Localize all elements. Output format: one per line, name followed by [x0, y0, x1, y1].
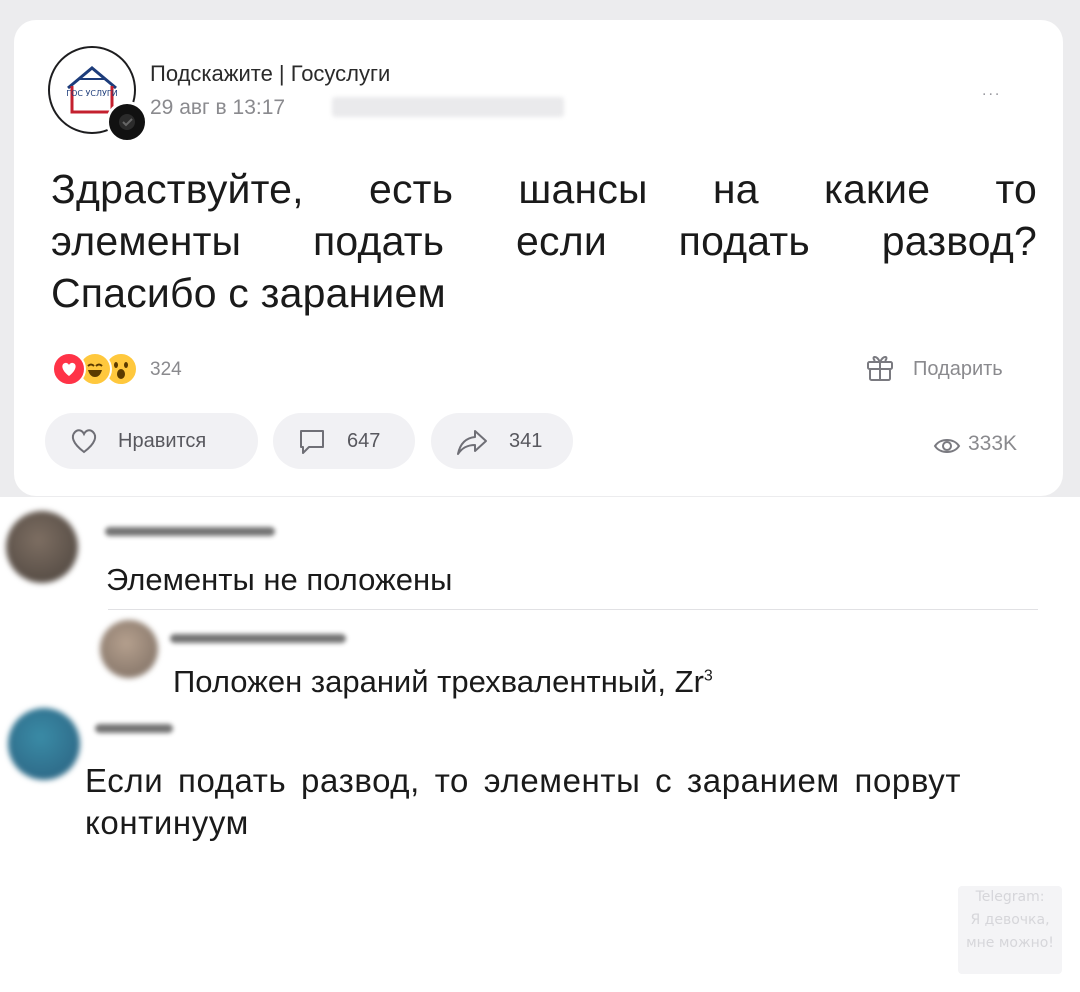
watermark-line: мне можно!	[966, 935, 1054, 951]
eye-icon	[933, 439, 961, 453]
logo-text: ГОС УСЛУГИ	[66, 89, 118, 98]
post-text-line: Спасибо с заранием	[51, 270, 446, 316]
post-text-line: элементы подать если подать развод?	[51, 218, 1037, 264]
views-count: 333K	[968, 432, 1018, 455]
reply-text: Положен зараний трехвалентный, Zr3	[173, 664, 713, 700]
comment-divider	[108, 609, 1038, 610]
reply-text-main: Положен зараний трехвалентный, Zr	[173, 664, 704, 699]
commenter-name-blurred	[95, 724, 173, 733]
commenter-avatar[interactable]	[8, 708, 80, 780]
views-counter: 333K	[932, 431, 1042, 461]
comment-text-line: Если подать развод, то элементы с зарани…	[85, 762, 962, 799]
reply-text-superscript: 3	[703, 667, 713, 685]
commenter-name-blurred	[105, 527, 275, 536]
like-button[interactable]: Нравится	[45, 413, 258, 469]
gift-label: Подарить	[913, 358, 1003, 380]
post-text-line: Здраствуйте, есть шансы на какие то	[51, 166, 1037, 212]
group-avatar[interactable]: ГОС УСЛУГИ	[48, 46, 148, 143]
telegram-watermark: Telegram: Я девочка, мне можно!	[958, 886, 1062, 974]
group-name[interactable]: Подскажите | Госуслуги	[150, 61, 390, 87]
share-icon	[457, 430, 487, 455]
gift-button[interactable]: Подарить	[863, 350, 1043, 386]
watermark-line: Я девочка,	[970, 912, 1050, 928]
like-label: Нравится	[118, 430, 207, 452]
commenter-avatar[interactable]	[100, 620, 158, 678]
reactions-count[interactable]: 324	[150, 359, 182, 381]
share-button[interactable]: 341	[431, 413, 573, 469]
watermark-line: Telegram:	[975, 889, 1045, 905]
heart-reaction-icon	[52, 352, 86, 386]
comments-count: 647	[347, 430, 381, 452]
shares-count: 341	[509, 430, 543, 452]
post-date[interactable]: 29 авг в 13:17	[150, 96, 285, 120]
commenter-avatar[interactable]	[6, 511, 78, 583]
comment-button[interactable]: 647	[273, 413, 415, 469]
more-options-icon[interactable]: ...	[982, 82, 1001, 100]
gift-icon	[867, 356, 893, 381]
blurred-region	[332, 97, 564, 117]
comment-icon	[300, 430, 324, 454]
verified-badge-icon	[106, 101, 148, 143]
commenter-name-blurred	[170, 634, 346, 643]
post-text: Здраствуйте, есть шансы на какие то элем…	[51, 163, 1037, 319]
post-card: ГОС УСЛУГИ Подскажите | Госуслуги 29 авг…	[14, 20, 1063, 496]
heart-icon	[71, 429, 97, 454]
comment-text: Элементы не положены	[106, 562, 453, 597]
comment-text-line: континуум	[85, 804, 249, 841]
